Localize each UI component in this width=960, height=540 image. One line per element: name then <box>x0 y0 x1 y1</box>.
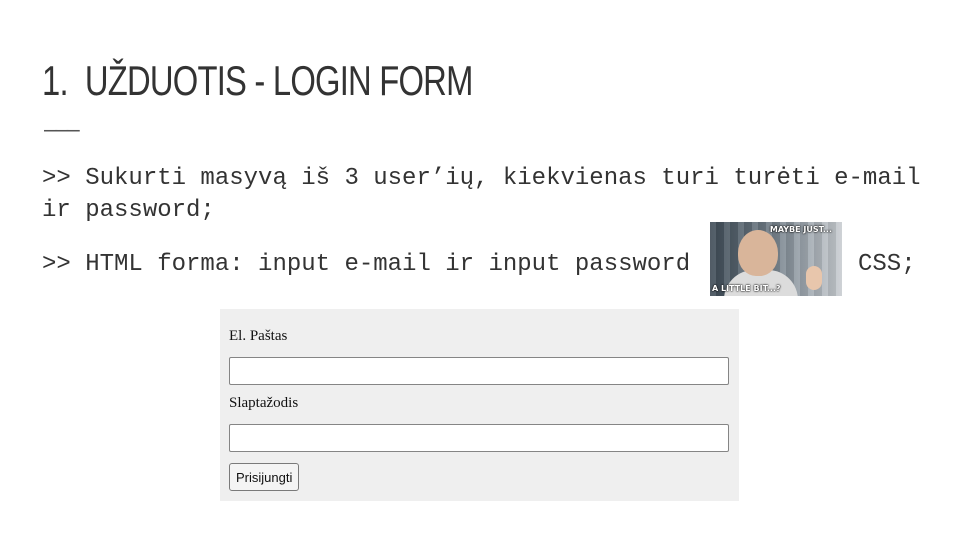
title-divider: ——— <box>44 118 80 143</box>
meme-caption-top: MAYBE JUST... <box>769 225 832 234</box>
task-line-2: ir password; <box>42 197 215 224</box>
title-number: 1. <box>42 57 69 104</box>
email-input[interactable] <box>229 357 729 385</box>
meme-figure-hand <box>806 266 822 290</box>
task-line-1: >> Sukurti masyvą iš 3 user’ių, kiekvien… <box>42 165 921 192</box>
meme-figure-head <box>738 230 778 276</box>
email-label: El. Paštas <box>229 328 288 344</box>
meme-image: MAYBE JUST... A LITTLE BIT...? <box>710 222 842 296</box>
meme-caption-bottom: A LITTLE BIT...? <box>712 284 781 293</box>
password-input[interactable] <box>229 424 729 452</box>
login-form: El. Paštas Slaptažodis Prisijungti <box>220 309 739 501</box>
task-line-3-end: CSS; <box>858 251 916 278</box>
task-line-3: >> HTML forma: input e-mail ir input pas… <box>42 251 691 278</box>
password-label: Slaptažodis <box>229 395 299 411</box>
slide-title: 1. UŽDUOTIS - LOGIN FORM <box>42 52 473 110</box>
login-button[interactable]: Prisijungti <box>229 463 300 491</box>
title-text: UŽDUOTIS - LOGIN FORM <box>84 57 473 104</box>
